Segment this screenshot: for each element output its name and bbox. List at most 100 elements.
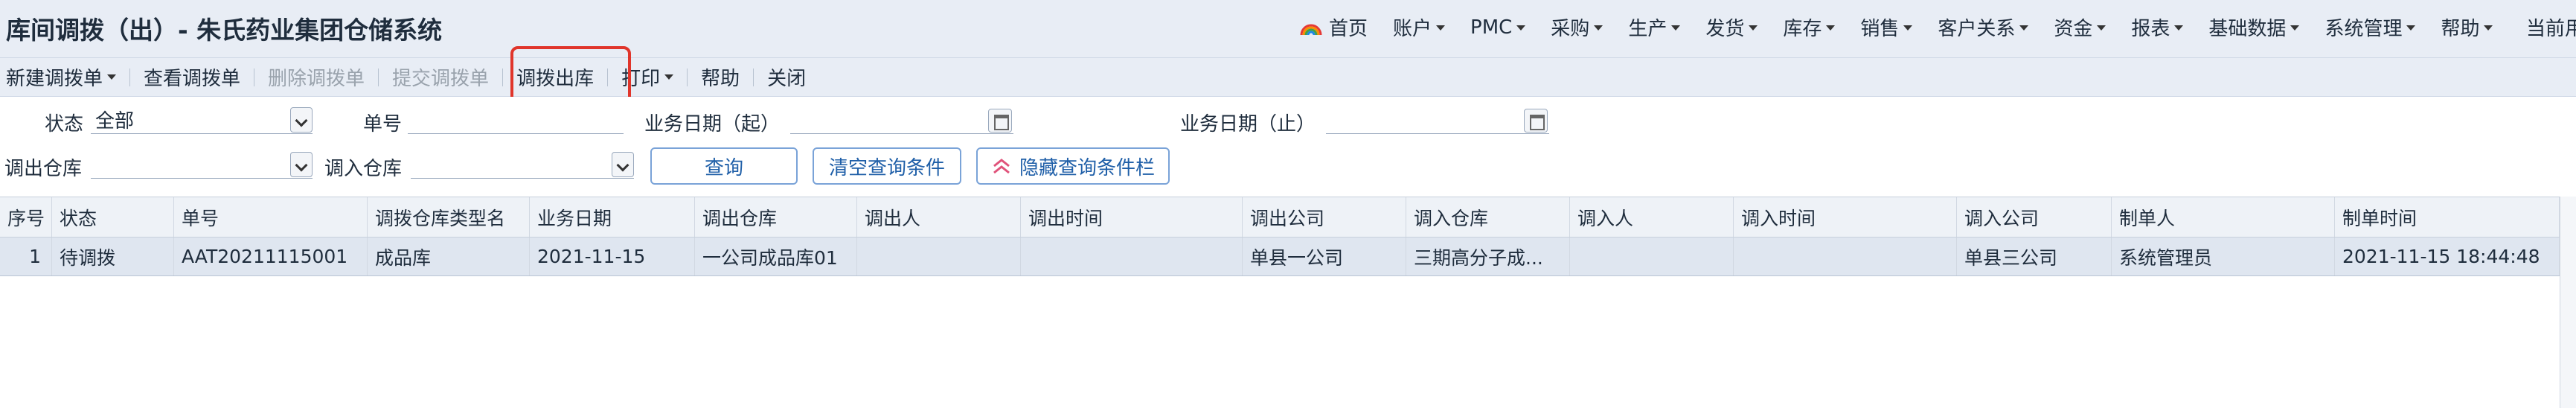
column-header[interactable]: 调入人	[1570, 197, 1734, 237]
in-warehouse-cell: 三期高分子成...	[1406, 238, 1570, 275]
nav-item-label: 资金	[2054, 18, 2093, 40]
column-header[interactable]: 单号	[174, 197, 368, 237]
nav-item-reports[interactable]: 报表	[2131, 13, 2184, 41]
caret-down-icon	[2174, 25, 2184, 31]
column-header[interactable]: 调出时间	[1021, 197, 1243, 237]
created-time-cell: 2021-11-15 18:44:48	[2335, 238, 2560, 275]
column-header[interactable]: 调出公司	[1243, 197, 1406, 237]
query-panel: 状态 全部 单号 业务日期（起） 业务日期（止） 调出仓库 调入仓库 查询 清空…	[0, 97, 2576, 194]
nav-item-label: 发货	[1705, 18, 1745, 40]
page-title: 库间调拨（出）- 朱氏药业集团仓储系统	[6, 16, 443, 45]
nav-item-label: 基础数据	[2208, 18, 2287, 40]
chevron-down-icon[interactable]	[290, 151, 313, 177]
column-header[interactable]: 状态	[52, 197, 174, 237]
hide-query-button[interactable]: 隐藏查询条件栏	[976, 147, 1170, 185]
query-button[interactable]: 查询	[650, 147, 798, 185]
caret-down-icon	[1826, 25, 1836, 31]
delete-transfer-button[interactable]: 删除调拨单	[268, 63, 365, 91]
out-warehouse-cell: 一公司成品库01	[695, 238, 857, 275]
nav-item-label: 客户关系	[1938, 18, 2016, 40]
caret-down-icon	[1903, 25, 1913, 31]
toolbar: 新建调拨单 查看调拨单 删除调拨单 提交调拨单 调拨出库 打印 帮助 关闭	[0, 58, 2576, 97]
column-header[interactable]: 调入公司	[1957, 197, 2112, 237]
caret-down-icon	[2484, 25, 2493, 31]
column-header[interactable]: 调出人	[857, 197, 1021, 237]
column-header[interactable]: 业务日期	[530, 197, 695, 237]
caret-down-icon	[2019, 25, 2029, 31]
status-select[interactable]: 全部	[91, 106, 313, 134]
caret-down-icon	[1671, 25, 1681, 31]
nav-item-sales[interactable]: 销售	[1860, 13, 1913, 41]
current-user-label[interactable]: 当前用	[2526, 13, 2576, 41]
toolbar-divider	[687, 68, 688, 86]
caret-down-icon	[1594, 25, 1603, 31]
transfer-table: 序号 状态 单号 调拨仓库类型名 业务日期 调出仓库 调出人 调出时间 调出公司…	[0, 197, 2560, 276]
column-header[interactable]: 调入时间	[1734, 197, 1957, 237]
in-person-cell	[1570, 238, 1734, 275]
submit-transfer-button[interactable]: 提交调拨单	[392, 63, 489, 91]
column-header[interactable]: 序号	[0, 197, 52, 237]
calendar-icon[interactable]	[988, 109, 1012, 133]
toolbar-divider	[378, 68, 379, 86]
out-company-cell: 单县一公司	[1243, 238, 1406, 275]
doc-no-label: 单号	[363, 113, 403, 136]
column-header[interactable]: 调入仓库	[1406, 197, 1570, 237]
new-transfer-button[interactable]: 新建调拨单	[6, 63, 117, 91]
button-label: 隐藏查询条件栏	[1019, 156, 1155, 179]
caret-down-icon	[1749, 25, 1758, 31]
out-warehouse-select[interactable]	[91, 150, 313, 179]
nav-item-production[interactable]: 生产	[1628, 13, 1681, 41]
nav-item-help[interactable]: 帮助	[2441, 13, 2493, 41]
date-from-label: 业务日期（起）	[644, 113, 781, 136]
nav-item-purchase[interactable]: 采购	[1551, 13, 1603, 41]
toolbar-divider	[129, 68, 131, 86]
column-header[interactable]: 制单人	[2112, 197, 2335, 237]
calendar-icon[interactable]	[1524, 109, 1548, 133]
nav-item-system[interactable]: 系统管理	[2325, 13, 2416, 41]
clear-query-button[interactable]: 清空查询条件	[813, 147, 961, 185]
table-row[interactable]: 1 待调拨 AAT20211115001 成品库 2021-11-15 一公司成…	[0, 238, 2560, 276]
column-header[interactable]: 制单时间	[2335, 197, 2560, 237]
close-button[interactable]: 关闭	[767, 63, 806, 91]
doc-no-input[interactable]	[408, 106, 624, 134]
nav-item-crm[interactable]: 客户关系	[1938, 13, 2029, 41]
date-to-input[interactable]	[1326, 106, 1549, 134]
warehouse-type-cell: 成品库	[368, 238, 530, 275]
nav-item-shipping[interactable]: 发货	[1705, 13, 1758, 41]
table-header: 序号 状态 单号 调拨仓库类型名 业务日期 调出仓库 调出人 调出时间 调出公司…	[0, 197, 2560, 238]
column-header[interactable]: 调出仓库	[695, 197, 857, 237]
view-transfer-button[interactable]: 查看调拨单	[144, 63, 240, 91]
nav-item-label: PMC	[1470, 16, 1513, 39]
help-button[interactable]: 帮助	[701, 63, 740, 91]
nav-item-label: 库存	[1783, 18, 1822, 40]
column-header[interactable]: 调拨仓库类型名	[368, 197, 530, 237]
chevron-down-icon[interactable]	[290, 106, 313, 133]
chevron-down-icon[interactable]	[612, 151, 634, 177]
in-warehouse-select[interactable]	[411, 150, 634, 179]
out-time-cell	[1021, 238, 1243, 275]
caret-down-icon	[107, 74, 117, 80]
button-label: 新建调拨单	[6, 68, 103, 90]
nav-item-pmc[interactable]: PMC	[1470, 16, 1526, 39]
caret-down-icon	[1436, 25, 1446, 31]
nav-item-funds[interactable]: 资金	[2054, 13, 2106, 41]
out-warehouse-label: 调出仓库	[4, 158, 83, 180]
date-from-input[interactable]	[790, 106, 1013, 134]
caret-down-icon	[2406, 25, 2416, 31]
nav-item-label: 生产	[1628, 18, 1667, 40]
nav-item-label: 账户	[1393, 18, 1432, 40]
nav-item-account[interactable]: 账户	[1393, 13, 1446, 41]
nav-item-label: 销售	[1860, 18, 1900, 40]
nav-item-master-data[interactable]: 基础数据	[2208, 13, 2300, 41]
vertical-scrollbar[interactable]	[2560, 197, 2576, 408]
status-select-value: 全部	[95, 110, 135, 133]
nav-item-inventory[interactable]: 库存	[1783, 13, 1836, 41]
toolbar-divider	[753, 68, 754, 86]
in-company-cell: 单县三公司	[1957, 238, 2112, 275]
business-date-cell: 2021-11-15	[530, 238, 695, 275]
rainbow-home-icon	[1299, 20, 1323, 35]
in-warehouse-label: 调入仓库	[324, 158, 403, 180]
caret-down-icon	[2097, 25, 2106, 31]
nav-item-home[interactable]: 首页	[1299, 13, 1368, 41]
out-person-cell	[857, 238, 1021, 275]
